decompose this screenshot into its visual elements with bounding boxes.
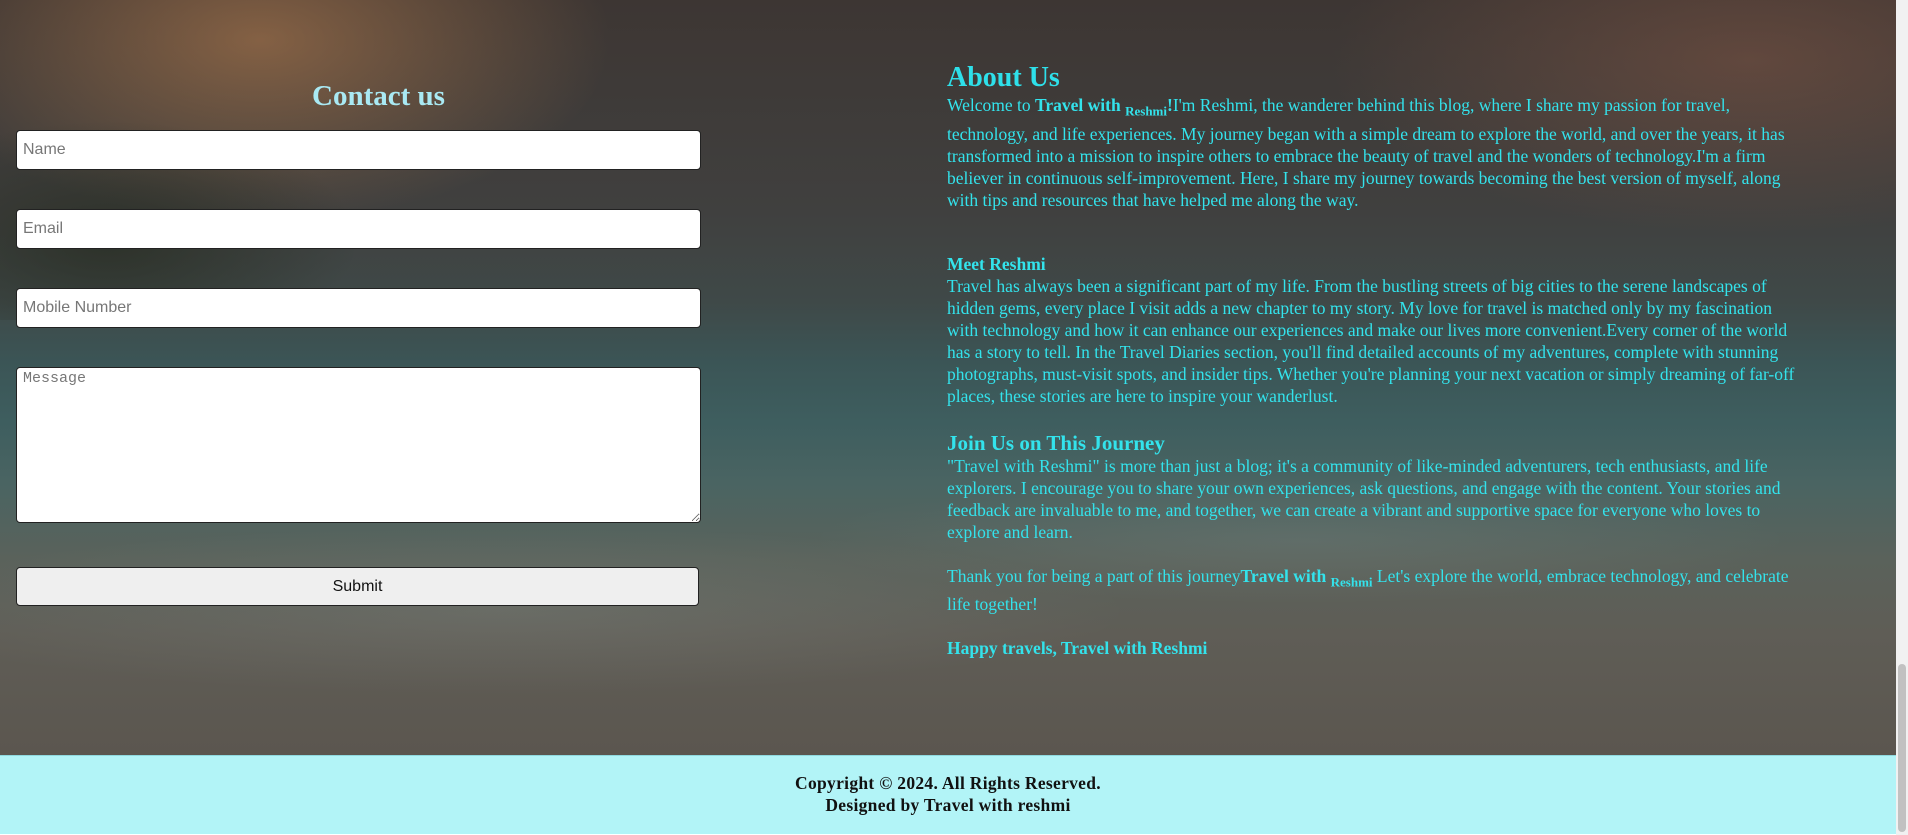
about-section: About Us Welcome to Travel with Reshmi!I… (947, 62, 1807, 659)
copyright-text: Copyright © 2024. All Rights Reserved. (795, 773, 1101, 793)
about-title: About Us (947, 62, 1060, 93)
thanks-text: Thank you for being a part of this journ… (947, 565, 1807, 616)
contact-form: Contact us Submit (16, 78, 701, 606)
footer: Copyright © 2024. All Rights Reserved. D… (0, 755, 1896, 834)
thanks-brand: Travel with Reshmi (1240, 565, 1373, 590)
join-title: Join Us on This Journey (947, 430, 1165, 455)
intro-prefix: Welcome to (947, 95, 1036, 115)
mobile-number-input[interactable] (16, 288, 701, 328)
brand-name: Travel with Reshmi! (1035, 95, 1173, 119)
email-input[interactable] (16, 209, 701, 249)
meet-title: Meet Reshmi (947, 253, 1046, 274)
contact-title: Contact us (312, 80, 445, 112)
meet-text: Travel has always been a significant par… (947, 275, 1795, 406)
submit-button[interactable]: Submit (16, 567, 699, 606)
message-textarea[interactable] (16, 367, 701, 523)
about-intro: Welcome to Travel with Reshmi!I'm Reshmi… (947, 94, 1807, 211)
designed-by-text: Designed by Travel with reshmi (825, 795, 1071, 815)
happy-travels: Happy travels, Travel with Reshmi (947, 638, 1208, 658)
thanks-brand-sub: Reshmi (1330, 574, 1373, 589)
join-text: "Travel with Reshmi" is more than just a… (947, 455, 1781, 542)
scrollbar-thumb[interactable] (1898, 664, 1906, 832)
name-input[interactable] (16, 130, 701, 170)
brand-main: Travel with (1035, 95, 1126, 115)
vertical-scrollbar[interactable] (1896, 0, 1908, 835)
brand-sub: Reshmi (1125, 103, 1167, 119)
thanks-prefix: Thank you for being a part of this journ… (947, 565, 1241, 586)
thanks-brand-main: Travel with (1240, 565, 1331, 586)
